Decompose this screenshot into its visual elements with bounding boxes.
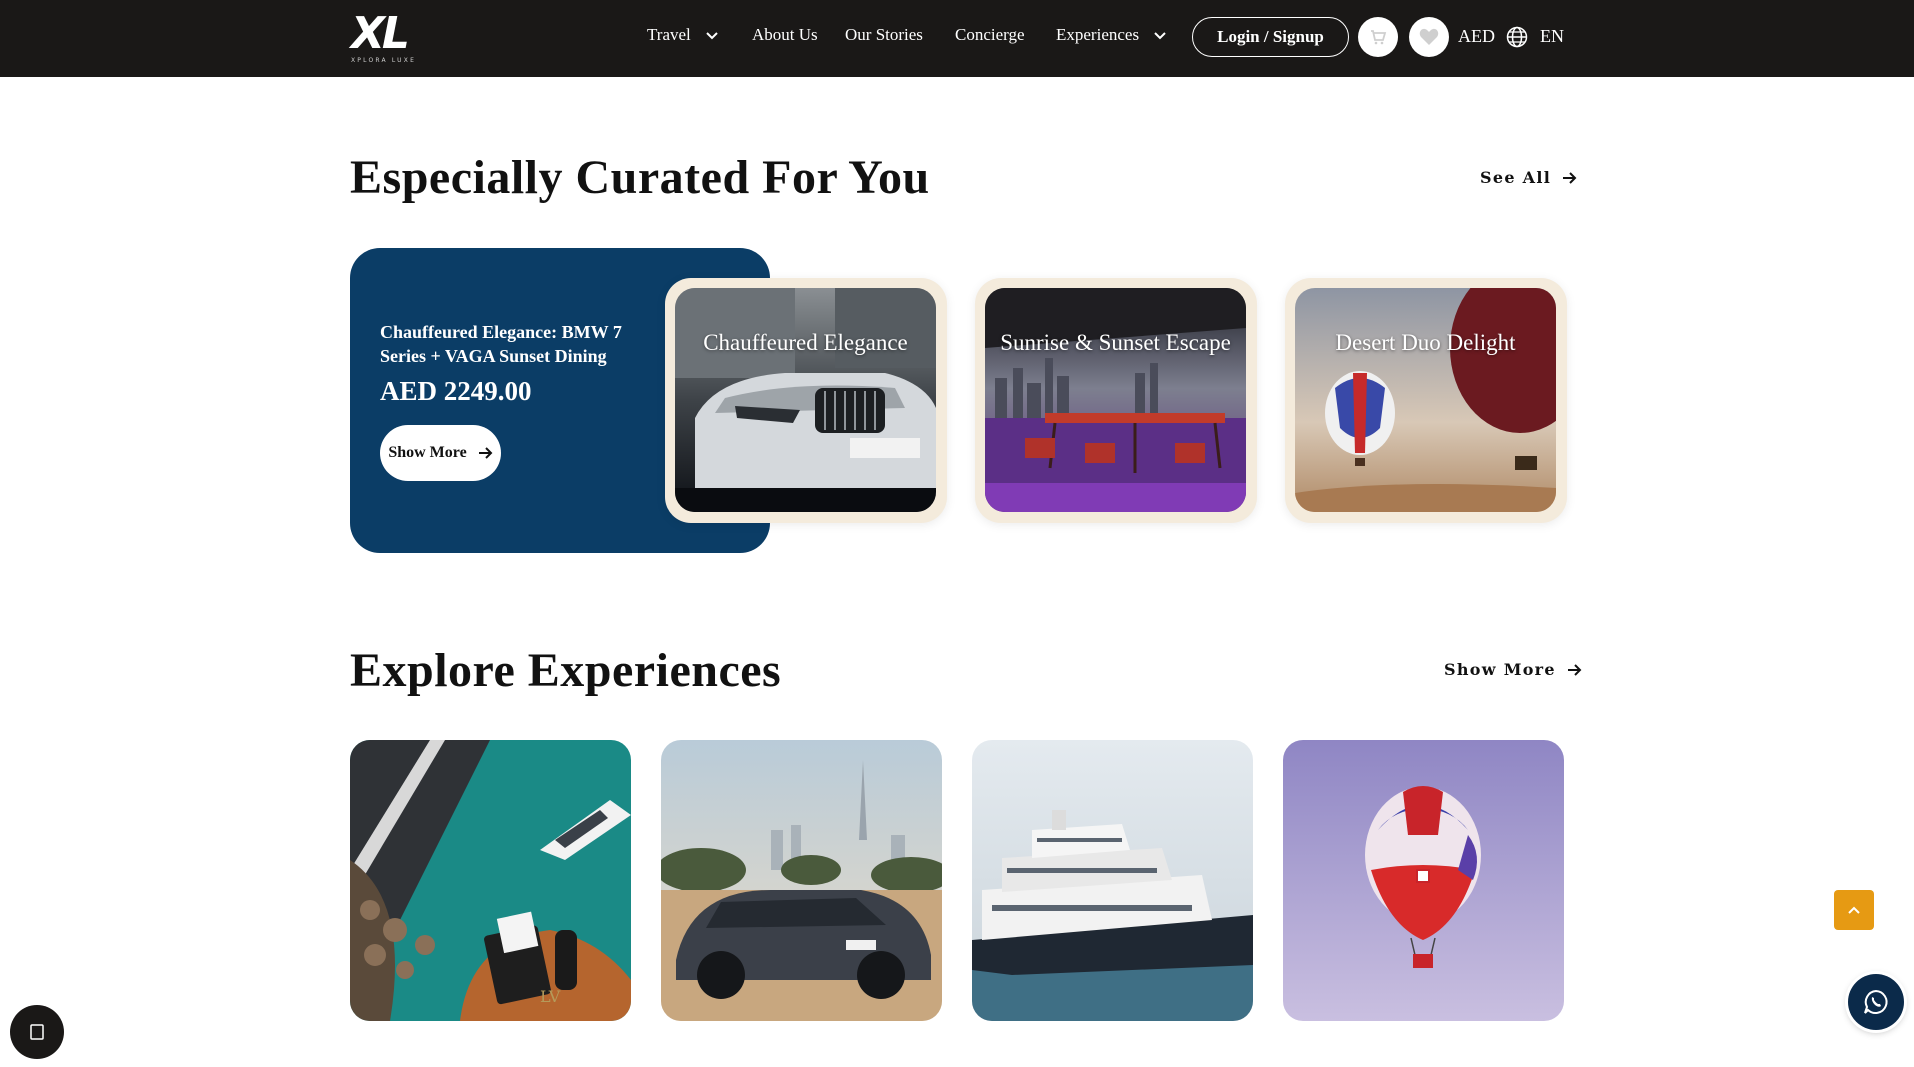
cart-icon <box>1371 30 1387 45</box>
nav-experiences[interactable]: Experiences <box>1056 25 1167 45</box>
cart-button[interactable] <box>1358 17 1398 57</box>
arrow-right-icon <box>1563 171 1577 184</box>
nav-about-us[interactable]: About Us <box>752 25 818 45</box>
whatsapp-button[interactable] <box>1848 974 1904 1030</box>
experience-card-hot-air-balloon[interactable] <box>1283 740 1564 1021</box>
see-all-link[interactable]: See All <box>1480 168 1577 187</box>
featured-package-price: AED 2249.00 <box>380 376 532 406</box>
experience-card-yacht[interactable] <box>972 740 1253 1021</box>
logo-subtext: XPLORA LUXE <box>351 57 417 64</box>
see-all-label: See All <box>1480 168 1552 187</box>
nav-our-stories[interactable]: Our Stories <box>845 25 923 45</box>
curated-card-label: Chauffeured Elegance <box>703 330 908 355</box>
whatsapp-icon <box>1864 989 1888 1014</box>
nav-travel-label: Travel <box>647 25 691 44</box>
scroll-to-top-button[interactable] <box>1834 890 1874 930</box>
nav-our-stories-label: Our Stories <box>845 25 923 44</box>
curated-image-dining: Sunrise & Sunset Escape <box>985 288 1246 512</box>
chevron-down-icon <box>1154 32 1166 40</box>
chevron-down-icon <box>706 32 718 40</box>
wishlist-button[interactable] <box>1409 17 1449 57</box>
experience-image <box>661 740 942 1021</box>
arrow-right-icon <box>478 447 493 459</box>
nav-experiences-label: Experiences <box>1056 25 1140 44</box>
svg-text:LV: LV <box>540 987 561 1006</box>
arrow-right-icon <box>1567 663 1582 676</box>
featured-package-title: Chauffeured Elegance: BMW 7 Series + VAG… <box>380 322 622 366</box>
experience-image <box>972 740 1253 1021</box>
curated-card-chauffeured-elegance[interactable]: Chauffeured Elegance <box>665 278 947 523</box>
nav-concierge[interactable]: Concierge <box>955 25 1025 45</box>
top-navbar: XL XPLORA LUXE Travel About Us Our Stori… <box>0 0 1914 77</box>
currency-selector[interactable]: AED <box>1458 26 1495 47</box>
nav-about-us-label: About Us <box>752 25 818 44</box>
curated-section-title: Especially Curated For You <box>350 151 930 204</box>
language-selector[interactable]: EN <box>1540 26 1564 47</box>
site-logo[interactable]: XL XPLORA LUXE <box>351 12 415 66</box>
explore-show-more-label: Show More <box>1444 660 1556 679</box>
chat-widget-button[interactable] <box>10 1005 64 1059</box>
curated-card-desert-duo-delight[interactable]: Desert Duo Delight <box>1285 278 1567 523</box>
logo-mark: XL <box>351 8 410 59</box>
show-more-label: Show More <box>388 444 467 461</box>
experience-card-race-yacht[interactable]: LV <box>350 740 631 1021</box>
explore-section-title: Explore Experiences <box>350 644 782 697</box>
curated-card-label: Desert Duo Delight <box>1335 330 1516 355</box>
explore-show-more-link[interactable]: Show More <box>1444 660 1582 679</box>
chat-icon <box>30 1024 44 1040</box>
experience-image: LV <box>350 740 631 1021</box>
login-signup-button[interactable]: Login / Signup <box>1192 17 1349 57</box>
experience-card-supercar[interactable] <box>661 740 942 1021</box>
nav-travel[interactable]: Travel <box>647 25 719 45</box>
curated-card-label: Sunrise & Sunset Escape <box>1000 330 1231 355</box>
curated-image-bmw: Chauffeured Elegance <box>675 288 936 512</box>
nav-concierge-label: Concierge <box>955 25 1025 44</box>
curated-card-sunrise-sunset-escape[interactable]: Sunrise & Sunset Escape <box>975 278 1257 523</box>
globe-icon[interactable] <box>1506 26 1528 48</box>
featured-show-more-button[interactable]: Show More <box>380 425 501 481</box>
heart-icon <box>1419 28 1439 45</box>
curated-image-balloons: Desert Duo Delight <box>1295 288 1556 512</box>
chevron-up-icon <box>1848 906 1860 914</box>
experience-image <box>1283 740 1564 1021</box>
